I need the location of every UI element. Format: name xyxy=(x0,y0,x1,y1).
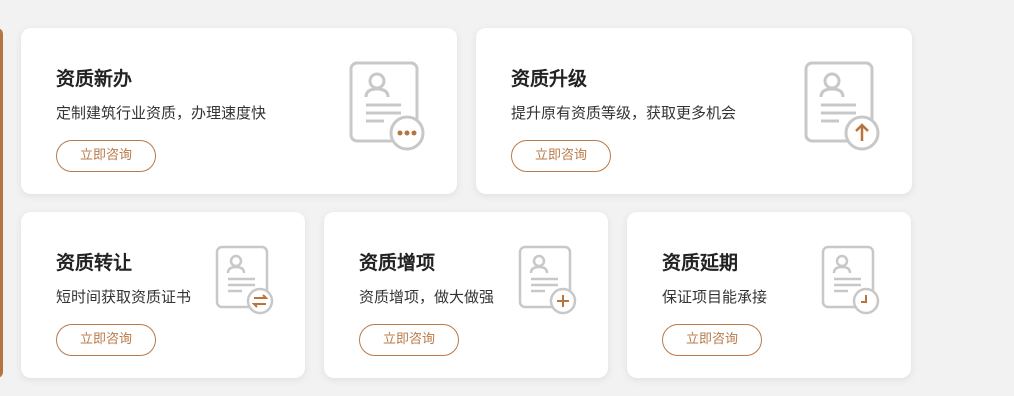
document-plus-icon xyxy=(518,245,577,315)
card-title: 资质新办 xyxy=(56,68,133,90)
card-title: 资质升级 xyxy=(511,68,588,90)
card-description: 资质增项，做大做强 xyxy=(359,288,495,306)
document-upgrade-icon xyxy=(804,61,880,151)
card-title: 资质延期 xyxy=(662,252,739,274)
consult-button[interactable]: 立即咨询 xyxy=(56,140,156,172)
card-title: 资质转让 xyxy=(56,252,133,274)
card-title: 资质增项 xyxy=(359,252,436,274)
card-upgrade-qualification: 资质升级 提升原有资质等级，获取更多机会 立即咨询 xyxy=(476,28,912,194)
consult-button[interactable]: 立即咨询 xyxy=(511,140,611,172)
card-description: 短时间获取资质证书 xyxy=(56,288,192,306)
card-transfer-qualification: 资质转让 短时间获取资质证书 立即咨询 xyxy=(21,212,305,378)
document-clock-icon xyxy=(821,245,880,315)
card-new-qualification: 资质新办 定制建筑行业资质，办理速度快 立即咨询 xyxy=(21,28,457,194)
document-swap-icon xyxy=(215,245,274,315)
card-description: 提升原有资质等级，获取更多机会 xyxy=(511,104,737,122)
consult-button[interactable]: 立即咨询 xyxy=(662,324,762,356)
card-description: 保证项目能承接 xyxy=(662,288,768,306)
consult-button[interactable]: 立即咨询 xyxy=(56,324,156,356)
card-description: 定制建筑行业资质，办理速度快 xyxy=(56,104,267,122)
card-extend-qualification: 资质延期 保证项目能承接 立即咨询 xyxy=(627,212,911,378)
card-add-qualification: 资质增项 资质增项，做大做强 立即咨询 xyxy=(324,212,608,378)
left-accent-bar xyxy=(0,28,3,378)
consult-button[interactable]: 立即咨询 xyxy=(359,324,459,356)
document-more-icon xyxy=(349,61,425,151)
